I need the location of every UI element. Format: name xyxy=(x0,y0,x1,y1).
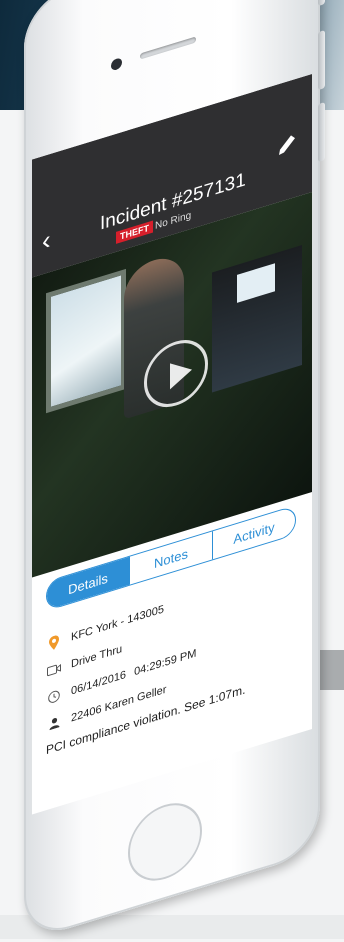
location-pin-icon xyxy=(46,633,62,652)
volume-down-button xyxy=(318,101,325,163)
play-icon xyxy=(170,356,192,390)
pos-terminal xyxy=(212,245,302,393)
volume-up-button xyxy=(318,29,325,91)
video-camera-icon xyxy=(46,662,62,677)
clock-icon xyxy=(46,688,62,705)
chevron-left-icon[interactable]: ‹ xyxy=(42,224,51,257)
mute-switch xyxy=(318,0,325,7)
app-screen: ‹ Incident #257131 THEFT No Ring Details… xyxy=(32,73,312,815)
person-icon xyxy=(46,715,62,731)
phone-mockup: ‹ Incident #257131 THEFT No Ring Details… xyxy=(24,0,325,942)
pencil-icon[interactable] xyxy=(276,130,298,159)
drive-thru-window xyxy=(46,268,126,414)
